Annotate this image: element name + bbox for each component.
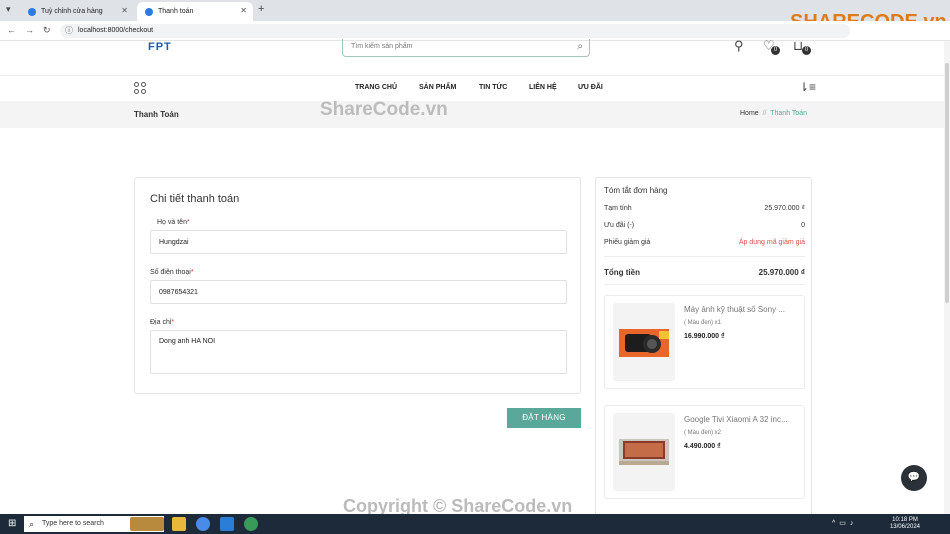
total-value: 25.970.000 ₫	[758, 268, 805, 277]
subtotal-row: Tạm tính 25.970.000 ₫	[604, 205, 805, 212]
total-row: Tổng tiền 25.970.000 ₫	[604, 268, 805, 277]
reload-icon[interactable]: ↻	[43, 25, 51, 36]
back-icon[interactable]: ←	[7, 25, 16, 35]
breadcrumb-current: Thanh Toán	[770, 110, 808, 117]
coupon-row: Phiếu giảm giá Áp dụng mã giảm giá	[604, 239, 805, 246]
taskbar-search-text: Type here to search	[42, 520, 104, 527]
weather-widget-icon[interactable]	[130, 517, 164, 531]
account-icon[interactable]: ⚲	[734, 38, 744, 54]
sort-icon[interactable]: ⇂≡	[799, 80, 816, 94]
menu-products[interactable]: SẢN PHẨM	[419, 84, 456, 91]
url-text: localhost:8000/checkout	[78, 27, 154, 34]
page-title: Thanh Toán	[134, 110, 179, 119]
product-image	[613, 413, 675, 491]
new-tab-icon[interactable]: +	[258, 3, 264, 15]
cart-item[interactable]: Máy ảnh kỹ thuật số Sony ... ( Màu đen) …	[604, 295, 805, 389]
place-order-button[interactable]: ĐẶT HÀNG	[507, 408, 581, 428]
product-name: Google Tivi Xiaomi A 32 inc...	[684, 415, 788, 424]
chat-icon[interactable]: 💬	[901, 465, 927, 491]
tab-title: Tuỳ chỉnh cửa hàng	[41, 8, 103, 15]
taskbar-clock[interactable]: 10:18 PM 13/06/2024	[890, 517, 920, 531]
phone-label-text: Số điện thoại	[150, 269, 191, 276]
search-icon[interactable]: ⌕	[577, 41, 583, 52]
tab-checkout[interactable]: Thanh toán ✕	[137, 2, 253, 21]
subtotal-label: Tạm tính	[604, 205, 632, 212]
product-price: 4.490.000 ₫	[684, 443, 721, 450]
phone-label: Số điện thoại*	[150, 269, 194, 276]
cart-item[interactable]: Google Tivi Xiaomi A 32 inc... ( Màu đen…	[604, 405, 805, 499]
product-variant: ( Màu đen) x1	[684, 320, 722, 326]
tv-image	[619, 439, 669, 465]
coupon-label: Phiếu giảm giá	[604, 239, 651, 246]
vscode-icon[interactable]	[220, 517, 234, 531]
billing-card: Chi tiết thanh toán Họ và tên* Hungdzai …	[134, 177, 581, 394]
windows-taskbar: ⊞ ⌕ Type here to search ^▭♪ 10:18 PM 13/…	[0, 514, 950, 534]
summary-divider	[604, 284, 805, 285]
url-field[interactable]: ⓘ localhost:8000/checkout	[60, 24, 850, 38]
menu-contact[interactable]: LIÊN HỆ	[529, 84, 557, 91]
breadcrumb-home[interactable]: Home	[740, 110, 759, 117]
breadcrumb-trail: Home // Thanh Toán	[740, 110, 807, 117]
system-tray[interactable]: ^▭♪	[832, 519, 857, 527]
tab-title: Thanh toán	[158, 8, 194, 15]
search-input[interactable]: Tìm kiếm sản phẩm ⌕	[342, 39, 590, 57]
watermark-top: ShareCode.vn	[320, 99, 448, 120]
wishlist-count-badge: 0	[771, 46, 780, 55]
required-mark: *	[186, 219, 190, 226]
site-logo[interactable]: FPT	[148, 41, 172, 53]
search-placeholder: Tìm kiếm sản phẩm	[351, 43, 413, 50]
address-bar: ← → ↻ ⓘ localhost:8000/checkout	[0, 21, 950, 41]
product-price: 16.990.000 ₫	[684, 333, 725, 340]
name-label: Họ và tên*	[157, 219, 190, 226]
scrollbar-thumb[interactable]	[945, 63, 949, 303]
header-divider	[0, 75, 944, 76]
file-explorer-icon[interactable]	[172, 517, 186, 531]
menu-offers[interactable]: ƯU ĐÃI	[578, 84, 603, 91]
product-image	[613, 303, 675, 381]
search-icon: ⌕	[29, 519, 35, 529]
billing-heading: Chi tiết thanh toán	[150, 193, 240, 205]
breadcrumb-separator: //	[762, 110, 767, 117]
address-label-text: Địa chỉ	[150, 319, 172, 326]
category-grid-icon[interactable]	[134, 82, 146, 94]
app-icon[interactable]	[244, 517, 258, 531]
address-label: Địa chỉ*	[150, 319, 174, 326]
address-textarea[interactable]: Dong anh HA NOI	[150, 330, 567, 374]
tab-search-icon[interactable]: ▾	[6, 4, 11, 15]
product-name: Máy ảnh kỹ thuật số Sony ...	[684, 305, 785, 314]
name-label-text: Họ và tên	[157, 219, 187, 226]
tab-favicon-icon	[28, 7, 36, 16]
start-icon[interactable]: ⊞	[8, 518, 16, 529]
discount-value: 0	[801, 222, 805, 229]
summary-divider	[604, 256, 805, 257]
discount-label: Ưu đãi (-)	[604, 222, 635, 229]
summary-heading: Tóm tắt đơn hàng	[604, 186, 668, 195]
menu-home[interactable]: TRANG CHỦ	[355, 84, 397, 91]
required-mark: *	[171, 319, 175, 326]
order-summary: Tóm tắt đơn hàng Tạm tính 25.970.000 ₫ Ư…	[595, 177, 812, 517]
cart-count-badge: 0	[802, 46, 811, 55]
close-tab-icon[interactable]: ✕	[121, 6, 128, 15]
breadcrumb: Thanh Toán Home // Thanh Toán	[0, 101, 944, 128]
camera-image	[619, 329, 669, 357]
subtotal-value: 25.970.000 ₫	[764, 205, 805, 212]
apply-coupon-link[interactable]: Áp dụng mã giảm giá	[739, 239, 805, 246]
discount-row: Ưu đãi (-) 0	[604, 222, 805, 229]
forward-icon[interactable]: →	[25, 25, 34, 35]
phone-field[interactable]: 0987654321	[150, 280, 567, 304]
close-tab-icon[interactable]: ✕	[240, 6, 247, 15]
site-info-icon[interactable]: ⓘ	[65, 24, 73, 38]
required-mark: *	[190, 269, 194, 276]
clock-time: 10:18 PM	[892, 517, 918, 523]
tab-favicon-icon	[145, 7, 153, 16]
name-field[interactable]: Hungdzai	[150, 230, 567, 254]
tab-store-customize[interactable]: Tuỳ chỉnh cửa hàng ✕	[20, 2, 134, 21]
total-label: Tổng tiền	[604, 268, 640, 277]
chrome-icon[interactable]	[196, 517, 210, 531]
menu-news[interactable]: TIN TỨC	[479, 84, 507, 91]
page-scrollbar[interactable]	[944, 41, 950, 514]
clock-date: 13/06/2024	[889, 524, 920, 530]
product-variant: ( Màu đen) x2	[684, 430, 722, 436]
